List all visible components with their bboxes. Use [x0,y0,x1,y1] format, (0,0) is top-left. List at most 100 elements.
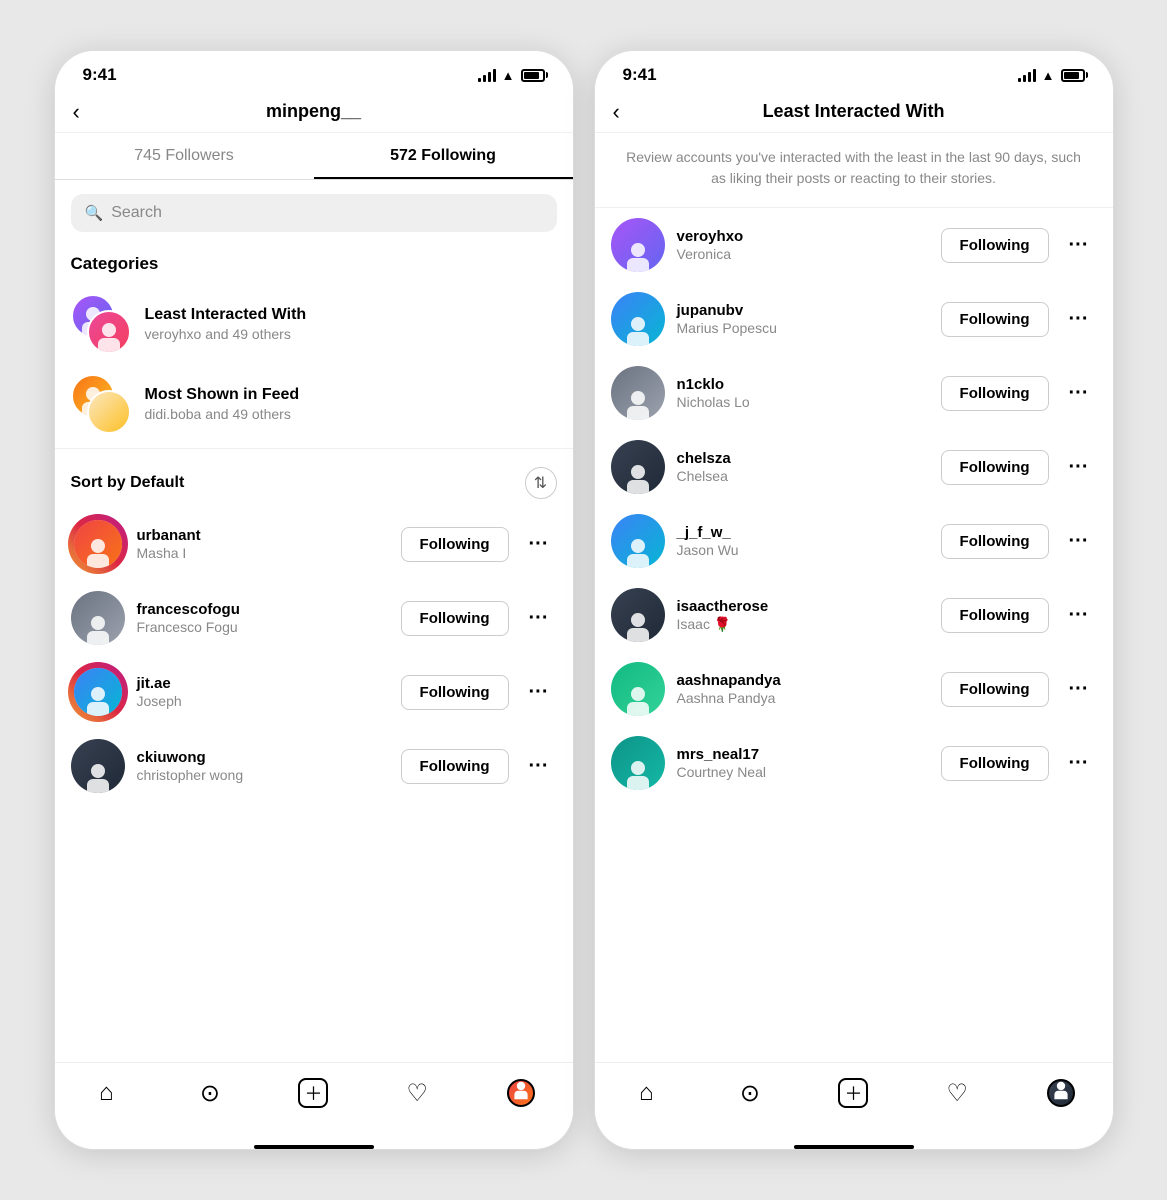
more-button-chelsza[interactable]: ··· [1061,452,1097,483]
user-name-veroyhxo: Veronica [677,246,929,262]
status-bar-left: 9:41 ▲ [55,51,573,93]
status-icons-right: ▲ [1018,68,1085,83]
more-button-aashnapandya[interactable]: ··· [1061,674,1097,705]
more-button-mrsneal17[interactable]: ··· [1061,748,1097,779]
following-button-n1cklo[interactable]: Following [941,376,1049,411]
user-name-chelsza: Chelsea [677,468,929,484]
user-handle-isaactherose: isaactherose [677,598,929,615]
user-item-francescofogu: francescofogu Francesco Fogu Following ·… [55,581,573,655]
status-time-right: 9:41 [623,65,657,85]
wifi-icon: ▲ [502,68,515,83]
user-item-jitae: jit.ae Joseph Following ··· [55,655,573,729]
user-item-ckiuwong: ckiuwong christopher wong Following ··· [55,729,573,803]
user-info-urbanant: urbanant Masha I [137,527,389,561]
user-name-jfw: Jason Wu [677,542,929,558]
following-button-urbanant[interactable]: Following [401,527,509,562]
nav-home-left[interactable]: ⌂ [84,1075,128,1111]
user-avatar-ckiuwong [71,739,125,793]
user-name-jitae: Joseph [137,693,389,709]
category-least-interacted[interactable]: Least Interacted With veroyhxo and 49 ot… [55,284,573,364]
nav-profile-right[interactable] [1039,1075,1083,1111]
categories-label: Categories [55,246,573,284]
user-name-urbanant: Masha I [137,545,389,561]
more-button-veroyhxo[interactable]: ··· [1061,230,1097,261]
back-button-left[interactable]: ‹ [73,99,80,125]
following-button-jitae[interactable]: Following [401,675,509,710]
user-name-mrsneal17: Courtney Neal [677,764,929,780]
user-item-urbanant: urbanant Masha I Following ··· [55,507,573,581]
home-icon: ⌂ [99,1079,114,1107]
avatar-circle-francescofogu [71,591,125,645]
more-button-urbanant[interactable]: ··· [521,529,557,560]
search-bar[interactable]: 🔍 Search [71,194,557,232]
user-handle-n1cklo: n1cklo [677,376,929,393]
category-most-shown[interactable]: Most Shown in Feed didi.boba and 49 othe… [55,364,573,444]
left-phone-screen: 9:41 ▲ ‹ minpeng__ 745 Followers 572 Fo [54,50,574,1150]
user-avatar-veroyhxo [611,218,665,272]
more-button-jfw[interactable]: ··· [1061,526,1097,557]
sort-icon-button[interactable]: ⇅ [525,467,557,499]
tab-following[interactable]: 572 Following [314,133,573,179]
avatar-circle-isaactherose [611,588,665,642]
heart-icon-right: ♡ [946,1079,968,1108]
battery-icon [521,69,545,82]
user-handle-chelsza: chelsza [677,450,929,467]
right-phone-screen: 9:41 ▲ ‹ Least Interacted With Review ac… [594,50,1114,1150]
following-button-isaactherose[interactable]: Following [941,598,1049,633]
nav-add-right[interactable]: ＋ [831,1075,875,1111]
search-placeholder: Search [111,204,162,222]
tab-followers[interactable]: 745 Followers [55,133,314,179]
profile-username: minpeng__ [266,101,361,122]
user-name-aashnapandya: Aashna Pandya [677,690,929,706]
users-list-right: veroyhxo Veronica Following ··· jupanubv… [595,208,1113,800]
user-handle-mrsneal17: mrs_neal17 [677,746,929,763]
more-button-jitae[interactable]: ··· [521,677,557,708]
user-avatar-francescofogu [71,591,125,645]
sort-label: Sort by Default [71,474,185,492]
add-icon: ＋ [298,1078,328,1108]
user-item-n1cklo: n1cklo Nicholas Lo Following ··· [595,356,1113,430]
signal-icon [478,68,496,82]
user-handle-jfw: _j_f_w_ [677,524,929,541]
user-avatar-jupanubv [611,292,665,346]
status-icons-left: ▲ [478,68,545,83]
nav-search-left[interactable]: ⊙ [188,1075,232,1111]
following-button-mrsneal17[interactable]: Following [941,746,1049,781]
following-button-aashnapandya[interactable]: Following [941,672,1049,707]
user-item-jupanubv: jupanubv Marius Popescu Following ··· [595,282,1113,356]
following-button-jfw[interactable]: Following [941,524,1049,559]
more-button-isaactherose[interactable]: ··· [1061,600,1097,631]
heart-icon: ♡ [406,1079,428,1108]
user-name-ckiuwong: christopher wong [137,767,389,783]
avatar-circle-jfw [611,514,665,568]
following-button-veroyhxo[interactable]: Following [941,228,1049,263]
user-info-veroyhxo: veroyhxo Veronica [677,228,929,262]
category-info-most: Most Shown in Feed didi.boba and 49 othe… [145,386,557,422]
more-button-francescofogu[interactable]: ··· [521,603,557,634]
following-button-francescofogu[interactable]: Following [401,601,509,636]
more-button-ckiuwong[interactable]: ··· [521,751,557,782]
bottom-nav-left: ⌂ ⊙ ＋ ♡ [55,1062,573,1141]
following-button-jupanubv[interactable]: Following [941,302,1049,337]
home-icon-right: ⌂ [639,1079,654,1107]
nav-heart-right[interactable]: ♡ [935,1075,979,1111]
nav-profile-left[interactable] [499,1075,543,1111]
page-title-right: Least Interacted With [763,101,945,122]
back-button-right[interactable]: ‹ [613,99,620,125]
user-name-francescofogu: Francesco Fogu [137,619,389,635]
nav-home-right[interactable]: ⌂ [624,1075,668,1111]
user-avatar-jfw [611,514,665,568]
user-info-jupanubv: jupanubv Marius Popescu [677,302,929,336]
nav-add-left[interactable]: ＋ [291,1075,335,1111]
following-button-ckiuwong[interactable]: Following [401,749,509,784]
following-button-chelsza[interactable]: Following [941,450,1049,485]
nav-search-right[interactable]: ⊙ [728,1075,772,1111]
more-button-n1cklo[interactable]: ··· [1061,378,1097,409]
user-handle-jitae: jit.ae [137,675,389,692]
search-nav-icon: ⊙ [200,1079,220,1108]
user-handle-jupanubv: jupanubv [677,302,929,319]
more-button-jupanubv[interactable]: ··· [1061,304,1097,335]
user-item-chelsza: chelsza Chelsea Following ··· [595,430,1113,504]
user-info-ckiuwong: ckiuwong christopher wong [137,749,389,783]
nav-heart-left[interactable]: ♡ [395,1075,439,1111]
